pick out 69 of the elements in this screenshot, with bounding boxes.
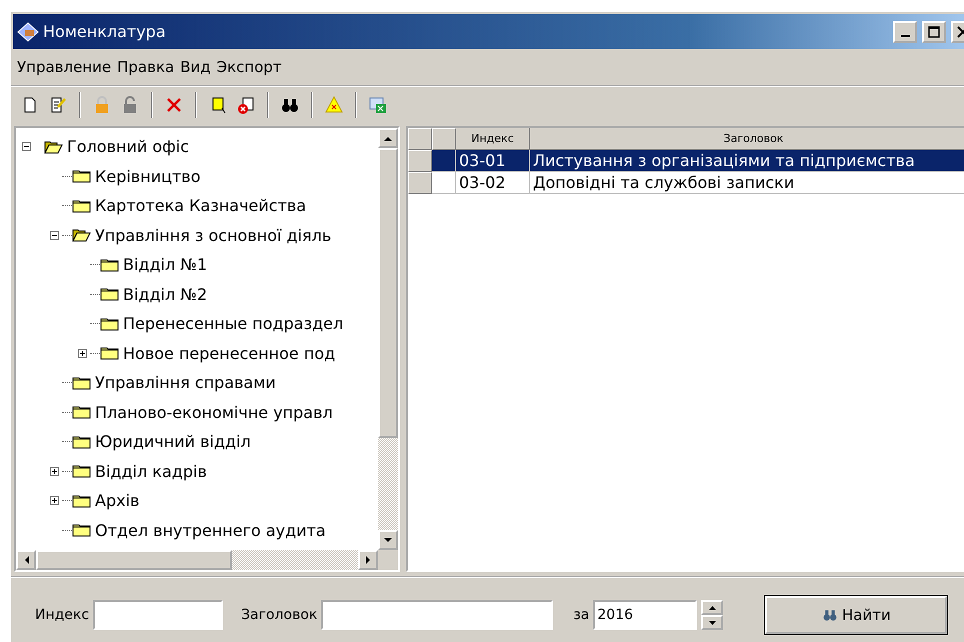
scroll-left-icon[interactable] — [24, 556, 28, 564]
expand-icon[interactable] — [50, 466, 59, 476]
year-field[interactable]: 2016 — [593, 600, 698, 630]
menu-item[interactable]: Экспорт — [214, 58, 286, 76]
tree-item[interactable]: Відділ №2 — [123, 284, 208, 304]
horizontal-scrollbar[interactable] — [16, 550, 378, 570]
row-indicator[interactable] — [408, 150, 432, 172]
folder-icon — [72, 405, 91, 420]
folder-icon — [72, 169, 91, 184]
title-label: Заголовок — [241, 607, 318, 623]
expand-icon[interactable] — [50, 496, 59, 506]
tree-item[interactable]: Планово-економічне управл — [95, 402, 333, 422]
scroll-down-icon[interactable] — [384, 538, 392, 542]
column-header[interactable]: Заголовок — [530, 128, 964, 150]
folder-icon — [72, 523, 91, 538]
tree-item[interactable]: Отдел внутреннего аудита — [95, 520, 326, 540]
folder-icon — [100, 287, 119, 302]
maximize-icon — [928, 26, 940, 38]
minimize-button[interactable] — [893, 20, 917, 42]
open-folder-icon — [72, 228, 91, 242]
folder-icon — [100, 258, 119, 272]
collapse-icon[interactable] — [22, 142, 31, 152]
tree-item[interactable]: Керівництво — [95, 166, 201, 186]
binoculars-icon — [822, 607, 838, 623]
folder-icon — [72, 376, 91, 390]
folder-icon — [72, 464, 91, 478]
folder-icon — [72, 198, 91, 213]
table-cell: 03-01 — [456, 150, 530, 172]
title-field[interactable] — [321, 600, 554, 630]
maximize-button[interactable] — [922, 20, 946, 42]
folder-icon — [100, 346, 119, 360]
menu-item[interactable]: Управление — [15, 58, 116, 76]
menu-item[interactable]: Правка — [115, 58, 178, 76]
scrollbar-corner — [378, 550, 398, 570]
tree-item[interactable]: Перенесенные подраздел — [123, 314, 344, 334]
down-arrow-icon — [708, 620, 716, 624]
menu-item[interactable]: Вид — [178, 58, 215, 76]
spin-down-button[interactable] — [701, 615, 724, 630]
table-cell: 03-02 — [456, 172, 530, 194]
app-icon — [17, 22, 39, 42]
index-field[interactable] — [93, 600, 224, 630]
minimize-icon — [900, 34, 910, 36]
scroll-up-icon[interactable] — [384, 136, 392, 140]
folder-icon — [100, 316, 119, 331]
tree-item[interactable]: Архів — [95, 491, 140, 510]
column-header[interactable]: Индекс — [456, 128, 530, 150]
year-label: за — [573, 607, 590, 623]
tree-item[interactable]: Управління з основної діяль — [95, 226, 332, 245]
tree-item[interactable]: Новое перенесенное под — [123, 344, 336, 363]
tree-item[interactable]: Відділ №1 — [123, 255, 208, 274]
spin-up-button[interactable] — [701, 600, 724, 615]
index-label: Индекс — [35, 607, 90, 623]
table-cell: Листування з організаціями та підприємства — [530, 150, 964, 172]
tree-item[interactable]: Відділ кадрів — [95, 462, 207, 481]
tree-item[interactable]: Управління справами — [95, 373, 276, 392]
expand-icon[interactable] — [78, 348, 87, 358]
tree-item[interactable]: Картотека Казначейства — [95, 196, 306, 216]
scroll-right-icon[interactable] — [366, 556, 370, 564]
window-title: Номенклатура — [43, 22, 167, 41]
tree-item[interactable]: Юридичний відділ — [95, 432, 251, 452]
tree-item[interactable]: Головний офіс — [67, 137, 190, 156]
collapse-icon[interactable] — [50, 230, 59, 240]
folder-icon — [72, 494, 91, 508]
row-indicator[interactable] — [408, 172, 432, 194]
up-arrow-icon — [708, 606, 716, 610]
open-folder-icon — [44, 140, 63, 154]
vertical-scrollbar[interactable] — [378, 128, 398, 550]
find-button[interactable]: Найти — [765, 596, 948, 634]
folder-icon — [72, 434, 91, 449]
